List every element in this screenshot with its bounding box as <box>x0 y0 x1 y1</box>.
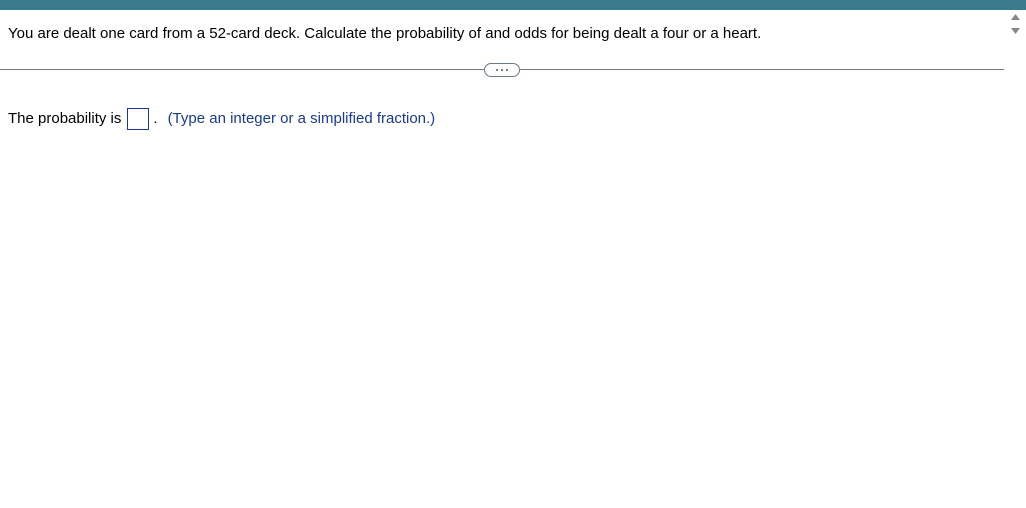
more-toggle-button[interactable] <box>484 63 520 77</box>
header-bar <box>0 0 1026 10</box>
divider-line-right <box>520 69 1004 70</box>
content-area: You are dealt one card from a 52-card de… <box>0 10 1004 130</box>
more-icon <box>501 69 503 71</box>
question-text: You are dealt one card from a 52-card de… <box>8 25 761 42</box>
answer-label: The probability is <box>8 110 121 127</box>
question-row: You are dealt one card from a 52-card de… <box>0 10 1004 62</box>
answer-period: . <box>153 110 157 127</box>
spinner-up-button[interactable] <box>1006 10 1024 24</box>
probability-input[interactable] <box>127 108 149 130</box>
answer-row: The probability is . (Type an integer or… <box>0 78 1004 130</box>
chevron-down-icon <box>1011 28 1020 34</box>
chevron-up-icon <box>1011 14 1020 20</box>
more-icon <box>496 69 498 71</box>
answer-hint: (Type an integer or a simplified fractio… <box>168 110 436 127</box>
divider-line-left <box>0 69 484 70</box>
more-icon <box>506 69 508 71</box>
spinner-control <box>1004 10 1026 38</box>
spinner-down-button[interactable] <box>1006 24 1024 38</box>
section-divider <box>0 62 1004 78</box>
